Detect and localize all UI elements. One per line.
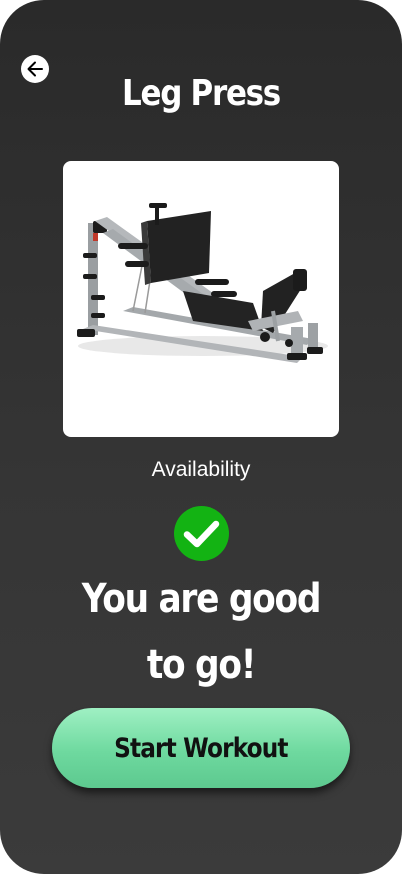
app-screen: Leg Press Availability You are good to g…: [0, 0, 402, 874]
start-workout-button[interactable]: Start Workout: [52, 708, 350, 788]
page-title: Leg Press: [122, 73, 281, 114]
check-circle-icon: [174, 506, 229, 561]
availability-status-message: You are good to go!: [28, 566, 374, 698]
equipment-image: [63, 161, 339, 437]
start-workout-label: Start Workout: [114, 732, 288, 764]
availability-label: Availability: [151, 458, 251, 481]
status-message-line1: You are good: [81, 576, 322, 622]
status-message-line2: to go!: [146, 642, 257, 688]
leg-press-machine-image: [77, 203, 328, 363]
